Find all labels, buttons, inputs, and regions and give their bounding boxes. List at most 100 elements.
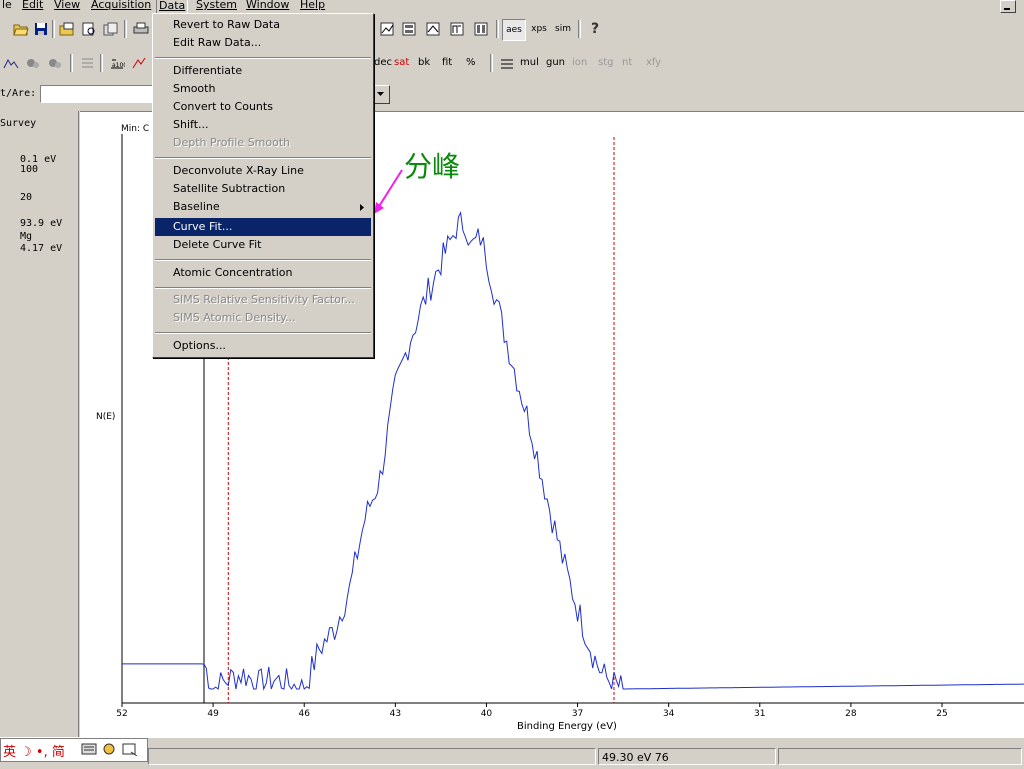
minimize-icon bbox=[1004, 8, 1010, 10]
menu-item-satellite[interactable]: Satellite Subtraction bbox=[155, 180, 371, 198]
menu-item-revert[interactable]: Revert to Raw Data bbox=[155, 16, 371, 34]
graph-list-button[interactable] bbox=[400, 20, 418, 38]
region-input[interactable] bbox=[40, 85, 154, 103]
tile-icon bbox=[474, 22, 488, 36]
add-spectrum-button[interactable] bbox=[2, 54, 20, 72]
plot-min-label: Min: C bbox=[121, 124, 150, 134]
menu-bar: le Edit View Acquisition Data System Win… bbox=[0, 0, 1024, 14]
menu-data[interactable]: Data bbox=[156, 0, 189, 14]
menu-item-curve-fit[interactable]: Curve Fit... bbox=[155, 218, 371, 236]
graph-view-button[interactable] bbox=[378, 20, 396, 38]
menu-item-options[interactable]: Options... bbox=[155, 337, 371, 355]
info-time: 100 bbox=[20, 164, 39, 175]
help-question-icon: ? bbox=[590, 21, 600, 37]
graph-view-icon bbox=[380, 22, 394, 36]
add-spectrum-icon bbox=[3, 58, 19, 69]
minimize-button[interactable] bbox=[1000, 0, 1016, 13]
gun-tool-button[interactable]: gun bbox=[546, 54, 565, 72]
overlay-icon bbox=[426, 22, 440, 36]
mul-tool-button[interactable]: mul bbox=[520, 54, 539, 72]
x-tick-label: 52 bbox=[116, 709, 127, 719]
x-tick-label: 25 bbox=[936, 709, 947, 719]
percent-tool-button[interactable]: % bbox=[466, 54, 476, 72]
x-tick-label: 40 bbox=[481, 709, 493, 719]
acquisition-info-panel: Survey 0.1 eV 100 20 93.9 eV Mg 4.17 eV bbox=[0, 111, 79, 737]
region-button[interactable] bbox=[24, 54, 42, 72]
print-preview-button[interactable] bbox=[80, 20, 98, 38]
x-tick-label: 31 bbox=[754, 709, 765, 719]
copy-button[interactable] bbox=[102, 20, 120, 38]
ion-tool-button[interactable]: ion bbox=[572, 54, 587, 72]
dec-tool-button[interactable]: dec bbox=[374, 54, 392, 72]
open-folder-button[interactable] bbox=[12, 20, 30, 38]
sim-button[interactable]: sim bbox=[552, 20, 574, 38]
aes-button[interactable]: aes bbox=[502, 19, 526, 41]
info-source: Mg bbox=[20, 231, 33, 242]
svg-text:a100: a100 bbox=[112, 62, 125, 69]
graph-list-icon bbox=[402, 22, 416, 36]
xps-button[interactable]: xps bbox=[528, 20, 550, 38]
keyboard-icon bbox=[81, 743, 97, 755]
x-tick-label: 49 bbox=[207, 709, 219, 719]
edit-curve-icon bbox=[132, 57, 146, 69]
mul-icon-button[interactable] bbox=[498, 54, 516, 72]
save-icon bbox=[35, 23, 47, 35]
menu-edit[interactable]: Edit bbox=[20, 0, 45, 12]
overlay-button[interactable] bbox=[424, 20, 442, 38]
save-button[interactable] bbox=[32, 20, 50, 38]
menu-item-differentiate[interactable]: Differentiate bbox=[155, 62, 371, 80]
info-pass-energy: 93.9 eV bbox=[20, 218, 63, 229]
region2-button[interactable] bbox=[46, 54, 64, 72]
open-button[interactable] bbox=[58, 20, 76, 38]
menu-help[interactable]: Help bbox=[298, 0, 327, 12]
ime-settings-icon bbox=[103, 743, 115, 755]
tile-button[interactable] bbox=[472, 20, 490, 38]
print-icon bbox=[133, 22, 149, 34]
menu-item-deconvolute[interactable]: Deconvolute X-Ray Line bbox=[155, 162, 371, 180]
annotation-arrow-icon bbox=[374, 169, 403, 214]
ime-status-text: 英 ☽ •, 简 bbox=[3, 745, 65, 760]
edit-curve-button[interactable] bbox=[130, 54, 148, 72]
stg-tool-button[interactable]: stg bbox=[598, 54, 613, 72]
open-icon bbox=[59, 22, 74, 36]
menu-acquisition[interactable]: Acquisition bbox=[89, 0, 153, 12]
peak-icon bbox=[450, 22, 464, 36]
x-tick-label: 43 bbox=[390, 709, 401, 719]
menu-system[interactable]: System bbox=[194, 0, 239, 12]
menu-item-sims-rsf: SIMS Relative Sensitivity Factor... bbox=[173, 293, 355, 306]
menu-window[interactable]: Window bbox=[244, 0, 291, 12]
fit-tool-button[interactable]: fit bbox=[442, 54, 452, 72]
x-tick-label: 34 bbox=[663, 709, 675, 719]
menu-item-shift[interactable]: Shift... bbox=[155, 116, 371, 134]
info-survey: Survey bbox=[0, 118, 37, 129]
ime-toolbar[interactable]: 英 ☽ •, 简 bbox=[0, 738, 148, 762]
xfy-tool-button[interactable]: xfy bbox=[646, 54, 661, 72]
chevron-down-icon bbox=[377, 92, 384, 96]
menu-item-atomic-concentration[interactable]: Atomic Concentration bbox=[155, 264, 371, 282]
menu-item-convert-counts[interactable]: Convert to Counts bbox=[155, 98, 371, 116]
menu-item-baseline[interactable]: Baseline bbox=[155, 198, 371, 216]
menu-item-sims-density: SIMS Atomic Density... bbox=[173, 311, 296, 324]
print-button[interactable] bbox=[132, 20, 150, 38]
region-dropdown-button[interactable] bbox=[372, 85, 390, 104]
peak-button[interactable] bbox=[448, 20, 466, 38]
bk-tool-button[interactable]: bk bbox=[418, 54, 430, 72]
help-button[interactable]: ? bbox=[586, 20, 604, 38]
menu-item-edit-raw[interactable]: Edit Raw Data... bbox=[155, 34, 371, 52]
menu-item-smooth[interactable]: Smooth bbox=[155, 80, 371, 98]
region-label: t/Are: bbox=[0, 88, 37, 99]
scale-button[interactable]: a100 bbox=[108, 54, 126, 72]
plot-xlabel: Binding Energy (eV) bbox=[517, 721, 617, 732]
ime-window-icon bbox=[122, 743, 138, 756]
open-folder-icon bbox=[13, 24, 29, 36]
info-sweeps: 20 bbox=[20, 192, 33, 203]
submenu-arrow-icon bbox=[360, 204, 364, 211]
sat-tool-button[interactable]: sat bbox=[394, 54, 409, 72]
list-button[interactable] bbox=[78, 54, 96, 72]
nt-tool-button[interactable]: nt bbox=[622, 54, 632, 72]
copy-icon bbox=[103, 22, 118, 36]
menu-file[interactable]: le bbox=[0, 0, 14, 12]
menu-view[interactable]: View bbox=[52, 0, 82, 12]
menu-item-delete-curve-fit[interactable]: Delete Curve Fit bbox=[155, 236, 371, 254]
status-coords: 49.30 eV 76 bbox=[598, 748, 776, 765]
